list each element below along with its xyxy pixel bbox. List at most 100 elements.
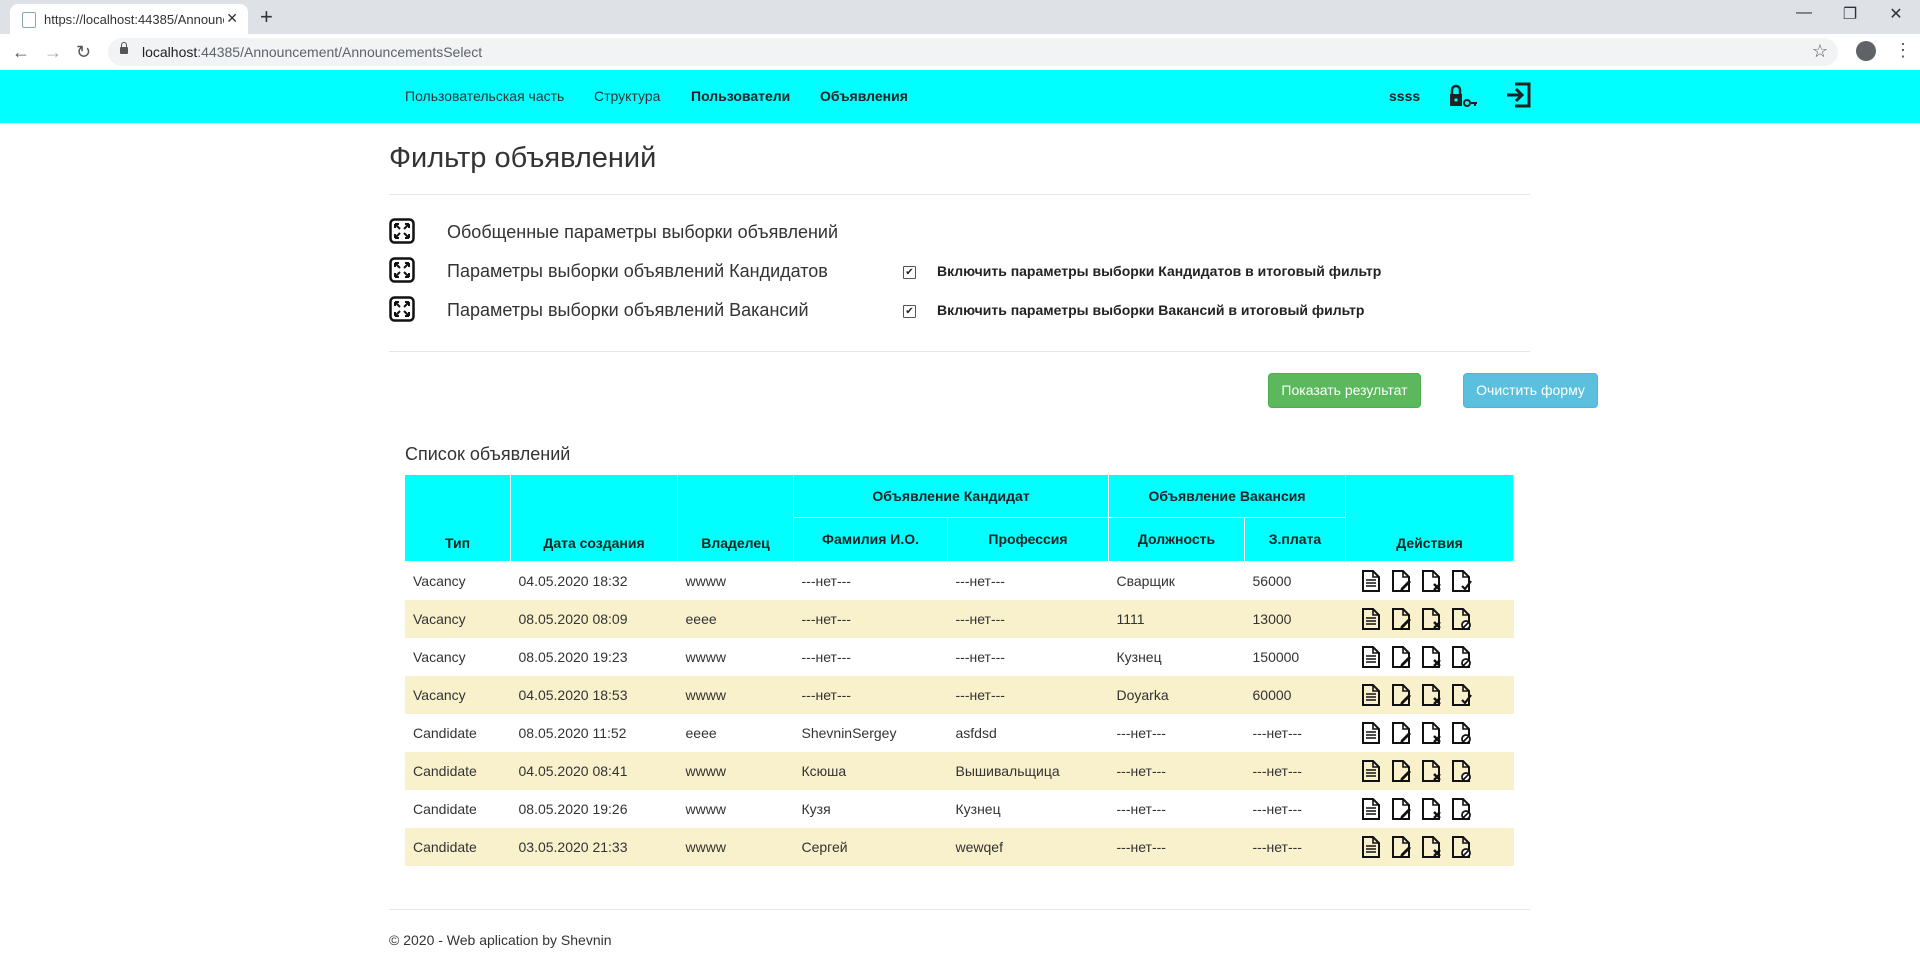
reload-icon[interactable]: ↻	[76, 42, 91, 63]
cell-type: Candidate	[405, 714, 511, 752]
edit-icon[interactable]	[1390, 645, 1412, 669]
view-icon[interactable]	[1360, 835, 1382, 859]
minimize-icon[interactable]: —	[1784, 4, 1824, 22]
cell-created: 08.05.2020 19:26	[510, 790, 678, 828]
delete-icon[interactable]	[1420, 759, 1442, 783]
announcements-table: Тип Дата создания Владелец Объявление Ка…	[405, 475, 1514, 866]
block-icon[interactable]	[1450, 797, 1472, 821]
view-icon[interactable]	[1360, 607, 1382, 631]
expand-icon[interactable]	[389, 218, 415, 249]
approve-icon[interactable]	[1450, 683, 1472, 707]
table-row: Candidate 04.05.2020 08:41 wwww Ксюша Вышива…	[405, 752, 1514, 790]
account-icon[interactable]	[1856, 41, 1876, 61]
expand-icon[interactable]	[389, 257, 415, 288]
section-label: Параметры выборки объявлений Вакансий	[447, 300, 809, 320]
include-vacancies-checkbox[interactable]: ✔	[903, 305, 916, 318]
edit-icon[interactable]	[1390, 835, 1412, 859]
cell-position: Doyarka	[1108, 676, 1245, 714]
current-user[interactable]: ssss	[1389, 88, 1420, 104]
cell-position: ---нет---	[1108, 828, 1245, 866]
view-icon[interactable]	[1360, 721, 1382, 745]
include-candidates-checkbox[interactable]: ✔	[903, 266, 916, 279]
include-candidates-label: Включить параметры выборки Кандидатов в …	[937, 263, 1382, 279]
nav-link-users[interactable]: Пользователи	[691, 88, 790, 104]
nav-link-user-part[interactable]: Пользовательская часть	[405, 88, 564, 104]
cell-position: Кузнец	[1108, 638, 1245, 676]
cell-created: 08.05.2020 19:23	[510, 638, 678, 676]
cell-owner: eeee	[677, 714, 794, 752]
forward-icon[interactable]: →	[44, 42, 62, 63]
cell-profession: Кузнец	[947, 790, 1109, 828]
window-close-icon[interactable]: ✕	[1876, 4, 1916, 24]
block-icon[interactable]	[1450, 721, 1472, 745]
edit-icon[interactable]	[1390, 607, 1412, 631]
table-row: Vacancy 04.05.2020 18:32 wwww ---нет--- ---н…	[405, 561, 1514, 600]
block-icon[interactable]	[1450, 645, 1472, 669]
show-results-button[interactable]: Показать результат	[1268, 373, 1421, 408]
delete-icon[interactable]	[1420, 645, 1442, 669]
view-icon[interactable]	[1360, 569, 1382, 593]
cell-position: 1111	[1108, 600, 1245, 638]
cell-actions	[1345, 828, 1514, 866]
delete-icon[interactable]	[1420, 797, 1442, 821]
edit-icon[interactable]	[1390, 797, 1412, 821]
back-icon[interactable]: ←	[12, 42, 30, 63]
cell-actions	[1345, 790, 1514, 828]
browser-toolbar: ← → ↻ localhost:44385/Announcement/Annou…	[0, 34, 1920, 71]
tab-close-icon[interactable]: ✕	[226, 10, 238, 27]
edit-icon[interactable]	[1390, 721, 1412, 745]
nav-link-structure[interactable]: Структура	[594, 88, 660, 104]
table-row: Candidate 08.05.2020 19:26 wwww Кузя Кузнец -…	[405, 790, 1514, 828]
bookmark-star-icon[interactable]: ☆	[1812, 41, 1828, 62]
nav-link-announcements[interactable]: Объявления	[820, 88, 908, 104]
cell-position: Сварщик	[1108, 561, 1245, 600]
cell-actions	[1345, 600, 1514, 638]
cell-actions	[1345, 714, 1514, 752]
browser-tab[interactable]: https://localhost:44385/Announc ✕	[10, 4, 248, 34]
cell-salary: ---нет---	[1244, 714, 1346, 752]
block-icon[interactable]	[1450, 607, 1472, 631]
cell-created: 04.05.2020 18:53	[510, 676, 678, 714]
view-icon[interactable]	[1360, 759, 1382, 783]
cell-salary: 56000	[1244, 561, 1346, 600]
edit-icon[interactable]	[1390, 569, 1412, 593]
browser-menu-icon[interactable]: ⋮	[1894, 40, 1912, 61]
view-icon[interactable]	[1360, 683, 1382, 707]
cell-type: Vacancy	[405, 638, 511, 676]
cell-actions	[1345, 638, 1514, 676]
lock-icon	[120, 42, 128, 54]
expand-icon[interactable]	[389, 296, 415, 327]
address-bar[interactable]: localhost:44385/Announcement/Announcemen…	[108, 38, 1838, 66]
cell-position: ---нет---	[1108, 714, 1245, 752]
cell-actions	[1345, 561, 1514, 600]
block-icon[interactable]	[1450, 759, 1472, 783]
cell-owner: wwww	[677, 752, 794, 790]
include-vacancies-label: Включить параметры выборки Вакансий в ит…	[937, 302, 1365, 318]
cell-salary: ---нет---	[1244, 752, 1346, 790]
new-tab-icon[interactable]: +	[260, 4, 273, 30]
cell-fio: ---нет---	[793, 600, 948, 638]
edit-icon[interactable]	[1390, 759, 1412, 783]
view-icon[interactable]	[1360, 797, 1382, 821]
block-icon[interactable]	[1450, 835, 1472, 859]
delete-icon[interactable]	[1420, 683, 1442, 707]
delete-icon[interactable]	[1420, 835, 1442, 859]
header-actions: Действия	[1345, 475, 1514, 562]
approve-icon[interactable]	[1450, 569, 1472, 593]
change-password-icon[interactable]	[1448, 82, 1478, 115]
cell-created: 08.05.2020 08:09	[510, 600, 678, 638]
delete-icon[interactable]	[1420, 721, 1442, 745]
url-text: localhost:44385/Announcement/Announcemen…	[142, 44, 483, 60]
delete-icon[interactable]	[1420, 569, 1442, 593]
cell-created: 03.05.2020 21:33	[510, 828, 678, 866]
restore-icon[interactable]: ❐	[1830, 4, 1870, 24]
clear-form-button[interactable]: Очистить форму	[1463, 373, 1598, 408]
divider	[389, 351, 1530, 352]
view-icon[interactable]	[1360, 645, 1382, 669]
delete-icon[interactable]	[1420, 607, 1442, 631]
app-navbar: Пользовательская часть Структура Пользов…	[0, 70, 1920, 123]
header-vacancy-group: Объявление Вакансия	[1108, 475, 1346, 518]
logout-icon[interactable]	[1505, 82, 1531, 113]
section-label: Параметры выборки объявлений Кандидатов	[447, 261, 828, 281]
edit-icon[interactable]	[1390, 683, 1412, 707]
